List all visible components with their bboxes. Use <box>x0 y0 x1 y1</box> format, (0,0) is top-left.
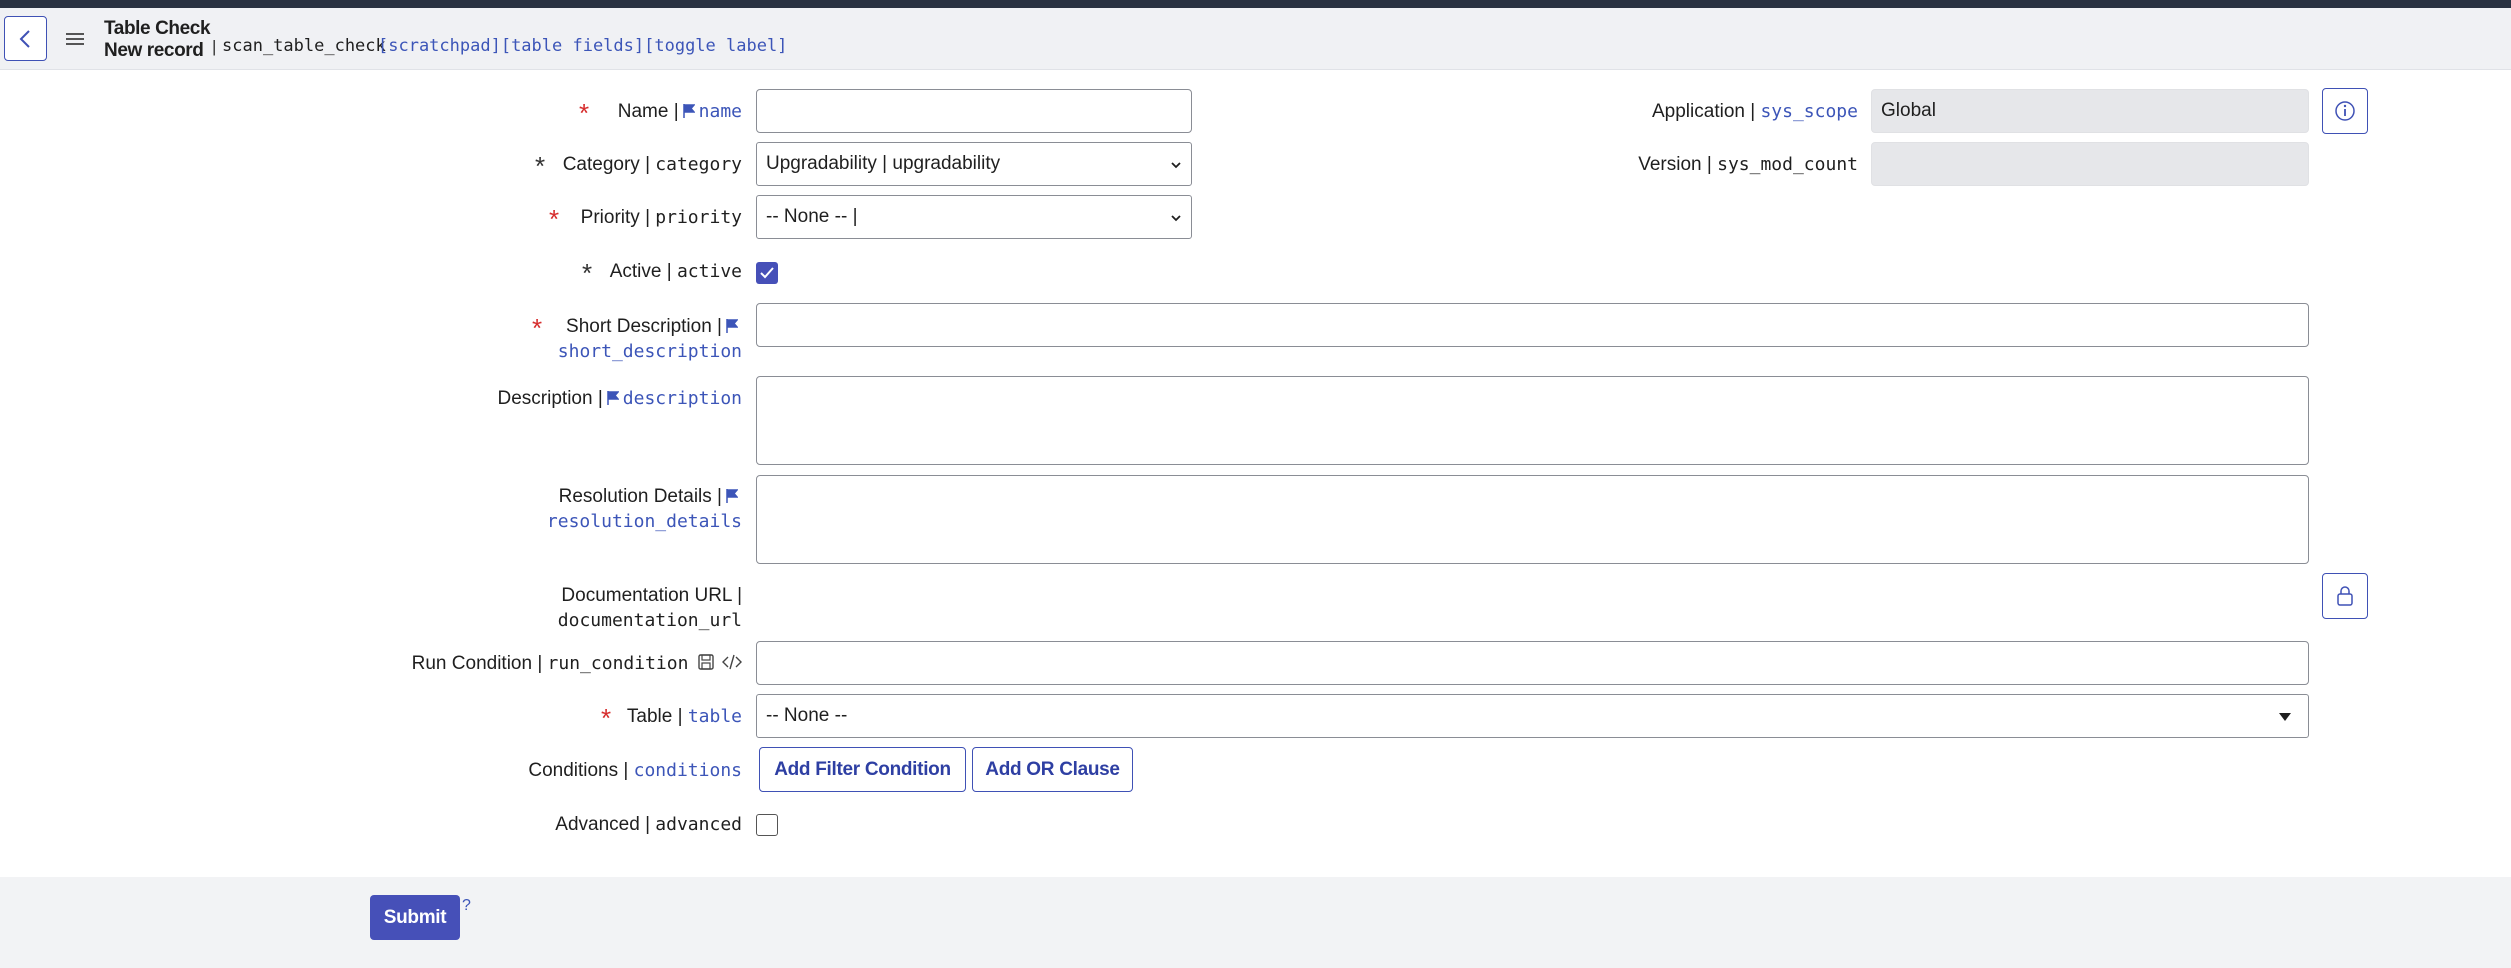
chevron-down-icon <box>2279 713 2291 721</box>
top-bar <box>0 0 2511 8</box>
page-title: Table Check New record <box>104 18 211 62</box>
hamburger-menu-icon[interactable] <box>64 30 86 48</box>
active-label: Active | active <box>609 261 742 282</box>
name-input[interactable] <box>756 89 1192 133</box>
version-label: Version | sys_mod_count <box>1638 154 1858 175</box>
back-arrow-icon <box>19 29 30 48</box>
required-marker: * <box>579 98 590 128</box>
required-marker: * <box>601 703 612 733</box>
back-button[interactable] <box>4 16 47 61</box>
advanced-label: Advanced | advanced <box>555 814 742 835</box>
category-label: Category | category <box>562 154 742 175</box>
application-field[interactable]: Global <box>1871 89 2309 133</box>
help-link[interactable]: ? <box>462 897 471 915</box>
add-or-clause-button[interactable]: Add OR Clause <box>972 747 1133 792</box>
required-marker: * <box>532 313 543 343</box>
short-description-label: Short Description | short_description <box>557 316 742 362</box>
table-name: scan_table_check <box>222 36 386 56</box>
header-links: [scratchpad][table fields][toggle label] <box>378 36 787 56</box>
title-line-1: Table Check <box>104 18 211 39</box>
flag-icon[interactable] <box>726 489 738 503</box>
conditions-label: Conditions | conditions <box>528 760 742 781</box>
unlock-button[interactable] <box>2322 573 2368 619</box>
title-line-2: New record <box>104 40 204 61</box>
info-button[interactable] <box>2322 88 2368 134</box>
info-icon <box>2335 101 2355 121</box>
title-separator: | <box>212 37 217 56</box>
short-description-input[interactable] <box>756 303 2309 347</box>
category-select[interactable]: Upgradability | upgradability <box>756 142 1192 186</box>
advanced-checkbox[interactable] <box>756 814 778 836</box>
lock-icon <box>2337 586 2353 606</box>
version-field[interactable] <box>1871 142 2309 186</box>
run-condition-label: Run Condition | run_condition <box>412 651 742 676</box>
chevron-down-icon <box>1171 162 1181 169</box>
scratchpad-link[interactable]: [scratchpad] <box>378 36 501 56</box>
resolution-details-textarea[interactable] <box>756 475 2309 564</box>
table-fields-link[interactable]: [table fields] <box>501 36 644 56</box>
table-select[interactable]: -- None -- <box>756 694 2309 738</box>
priority-select[interactable]: -- None -- | <box>756 195 1192 239</box>
flag-icon[interactable] <box>682 104 695 118</box>
chevron-down-icon <box>1171 215 1181 222</box>
checkmark-icon <box>760 267 774 279</box>
toggle-label-link[interactable]: [toggle label] <box>644 36 787 56</box>
resolution-details-label: Resolution Details | resolution_details <box>546 486 742 532</box>
documentation-url-label: Documentation URL | documentation_url <box>557 585 742 631</box>
flag-icon[interactable] <box>607 391 619 405</box>
code-icon[interactable] <box>722 654 742 670</box>
application-label: Application | sys_scope <box>1652 101 1858 122</box>
active-checkbox[interactable] <box>756 262 778 284</box>
required-marker: * <box>582 258 593 288</box>
run-condition-input[interactable] <box>756 641 2309 685</box>
table-label: Table | table <box>626 706 742 727</box>
submit-button[interactable]: Submit <box>370 895 460 940</box>
priority-label: Priority | priority <box>580 207 742 228</box>
form-header: Table Check New record | scan_table_chec… <box>0 8 2511 70</box>
name-label: Name | name <box>617 101 742 122</box>
add-filter-condition-button[interactable]: Add Filter Condition <box>759 747 966 792</box>
required-marker: * <box>549 204 560 234</box>
required-marker: * <box>535 151 546 181</box>
description-textarea[interactable] <box>756 376 2309 465</box>
save-icon[interactable] <box>697 653 715 671</box>
flag-icon[interactable] <box>726 319 738 333</box>
description-label: Description | description <box>497 388 742 409</box>
